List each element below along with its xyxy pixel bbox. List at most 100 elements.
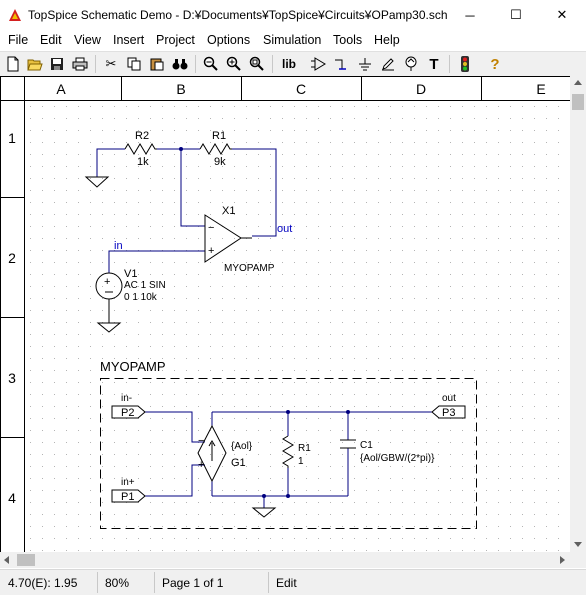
g1-minus-sign: − [198, 435, 204, 447]
scroll-left-arrow-icon[interactable] [4, 556, 9, 564]
junction-dot [262, 494, 266, 498]
zoom-fit-button[interactable] [247, 54, 267, 74]
toolbar-separator [449, 55, 450, 73]
vertical-scroll-thumb[interactable] [572, 94, 584, 110]
zoom-in-icon [226, 56, 241, 71]
draw-button[interactable] [378, 54, 398, 74]
p2-net: in- [121, 393, 132, 404]
maximize-button[interactable]: ☐ [493, 0, 539, 30]
toolbar: ✂ lib T ? [0, 51, 586, 76]
vertical-scrollbar[interactable] [570, 76, 586, 552]
r2-value: 1k [137, 156, 149, 168]
g1-value: {Aol} [231, 441, 253, 452]
title-bar: TopSpice Schematic Demo - D:¥Documents¥T… [0, 0, 586, 30]
menu-options[interactable]: Options [207, 33, 250, 47]
save-disk-icon [51, 58, 63, 70]
topspice-app-icon [9, 9, 21, 21]
opamp-plus-sign: + [208, 245, 214, 257]
open-folder-icon [27, 59, 43, 71]
menu-view[interactable]: View [74, 33, 101, 47]
wire-button[interactable] [332, 54, 352, 74]
x1-ref: X1 [222, 205, 235, 217]
horizontal-scroll-thumb[interactable] [17, 554, 35, 566]
minimize-button[interactable]: ─ [447, 0, 493, 30]
new-file-icon [7, 56, 19, 72]
zoom-out-icon [203, 56, 218, 71]
menu-edit[interactable]: Edit [40, 33, 62, 47]
sub-r1-ref: R1 [298, 443, 311, 454]
print-button[interactable] [70, 54, 90, 74]
zoom-in-button[interactable] [224, 54, 244, 74]
close-button[interactable]: ✕ [539, 0, 585, 30]
menu-bar: File Edit View Insert Project Options Si… [0, 30, 586, 50]
copy-icon [127, 57, 141, 71]
junction-dot [346, 410, 350, 414]
toolbar-separator [195, 55, 196, 73]
subcircuit-title: MYOPAMP [100, 359, 166, 374]
zoom-fit-icon [249, 56, 264, 71]
status-divider [97, 572, 98, 593]
menu-help[interactable]: Help [374, 33, 400, 47]
r1-value: 9k [214, 156, 226, 168]
column-header-a: A [56, 81, 66, 97]
new-file-button[interactable] [3, 54, 23, 74]
opamp-symbol-button[interactable] [309, 54, 329, 74]
r1-ref: R1 [212, 130, 226, 142]
cut-button[interactable]: ✂ [101, 54, 121, 74]
c1-value: {Aol/GBW/(2*pi)} [360, 453, 435, 464]
g1-plus-sign: + [198, 459, 204, 471]
v1-spec-line1: AC 1 SIN [124, 280, 166, 291]
scroll-down-arrow-icon[interactable] [574, 542, 582, 547]
menu-file[interactable]: File [8, 33, 28, 47]
p3-name: P3 [442, 407, 455, 419]
row-header-4: 4 [8, 490, 16, 506]
status-page: Page 1 of 1 [162, 576, 224, 590]
row-header-3: 3 [8, 370, 16, 386]
maximize-icon: ☐ [510, 7, 522, 22]
traffic-light-icon [461, 56, 469, 72]
pencil-icon [382, 58, 394, 71]
status-zoom: 80% [105, 576, 130, 590]
zoom-out-button[interactable] [201, 54, 221, 74]
menu-tools[interactable]: Tools [333, 33, 362, 47]
horizontal-scrollbar[interactable] [0, 552, 570, 568]
status-divider [268, 572, 269, 593]
net-label-out: out [277, 223, 292, 235]
p2-name: P2 [121, 407, 134, 419]
run-simulation-button[interactable] [455, 54, 475, 74]
status-coordinates: 4.70(E): 1.95 [8, 576, 78, 590]
scroll-right-arrow-icon[interactable] [560, 556, 565, 564]
wire-tool-icon [335, 59, 346, 70]
text-button[interactable]: T [424, 54, 444, 74]
status-divider [154, 572, 155, 593]
scroll-up-arrow-icon[interactable] [574, 80, 582, 85]
library-button[interactable]: lib [278, 54, 300, 74]
column-header-e: E [536, 81, 545, 97]
probe-button[interactable] [401, 54, 421, 74]
v1-spec-line2: 0 1 10k [124, 292, 158, 303]
schematic-canvas[interactable]: A B C D E 1 2 3 4 R2 1k R1 9k − + X1 MYO… [0, 76, 570, 552]
toolbar-separator [272, 55, 273, 73]
v1-ref: V1 [124, 268, 137, 280]
save-button[interactable] [47, 54, 67, 74]
open-file-button[interactable] [25, 54, 45, 74]
p3-net: out [442, 393, 456, 404]
paste-button[interactable] [147, 54, 167, 74]
copy-button[interactable] [124, 54, 144, 74]
printer-icon [72, 57, 88, 71]
find-button[interactable] [170, 54, 190, 74]
net-label-in: in [114, 240, 123, 252]
c1-ref: C1 [360, 440, 373, 451]
scrollbar-corner [570, 552, 586, 568]
junction-dot [179, 147, 183, 151]
ground-button[interactable] [355, 54, 375, 74]
status-mode: Edit [276, 576, 297, 590]
x1-model: MYOPAMP [224, 263, 275, 274]
v1-plus-sign: + [104, 276, 110, 288]
help-button[interactable]: ? [485, 54, 505, 74]
row-header-2: 2 [8, 250, 16, 266]
window-title: TopSpice Schematic Demo - D:¥Documents¥T… [28, 8, 448, 22]
menu-project[interactable]: Project [156, 33, 195, 47]
menu-simulation[interactable]: Simulation [263, 33, 321, 47]
menu-insert[interactable]: Insert [113, 33, 144, 47]
